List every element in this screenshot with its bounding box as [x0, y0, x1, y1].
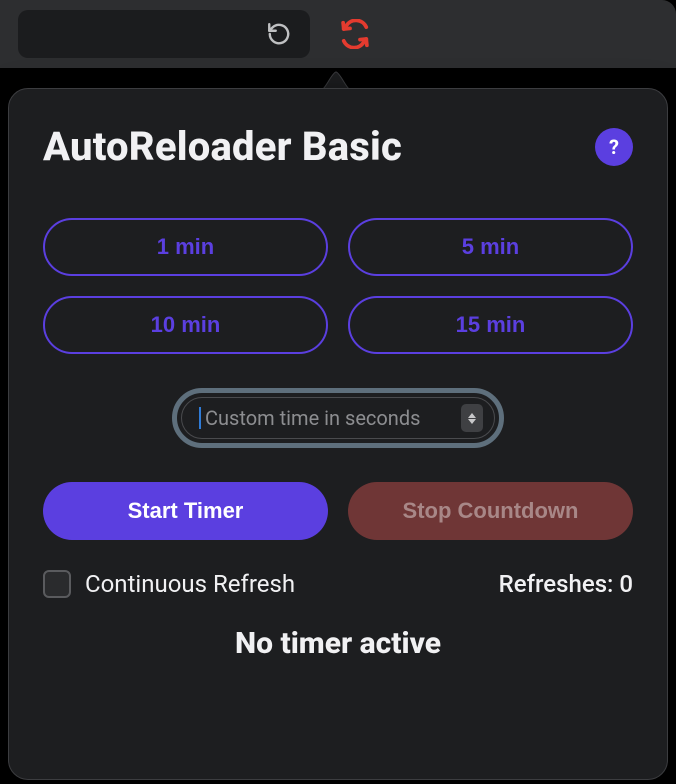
extension-refresh-icon[interactable] — [340, 19, 370, 49]
stop-countdown-button[interactable]: Stop Countdown — [348, 482, 633, 540]
chevron-down-icon — [468, 419, 476, 424]
action-row: Start Timer Stop Countdown — [43, 482, 633, 540]
custom-time-field-wrap — [172, 388, 504, 448]
checkbox-icon — [43, 570, 71, 598]
status-row: Continuous Refresh Refreshes: 0 — [43, 570, 633, 598]
preset-label: 1 min — [157, 234, 214, 260]
button-label: Start Timer — [128, 498, 244, 523]
number-stepper[interactable] — [461, 404, 483, 432]
extension-popup: AutoReloader Basic ? 1 min 5 min 10 min … — [8, 88, 668, 780]
timer-status: No timer active — [43, 626, 633, 661]
preset-1min-button[interactable]: 1 min — [43, 218, 328, 276]
preset-label: 15 min — [456, 312, 526, 338]
continuous-refresh-label: Continuous Refresh — [85, 570, 295, 598]
start-timer-button[interactable]: Start Timer — [43, 482, 328, 540]
text-caret — [199, 407, 201, 429]
preset-10min-button[interactable]: 10 min — [43, 296, 328, 354]
help-icon: ? — [609, 135, 619, 159]
browser-toolbar — [0, 0, 676, 70]
preset-15min-button[interactable]: 15 min — [348, 296, 633, 354]
button-label: Stop Countdown — [403, 498, 579, 523]
popup-header: AutoReloader Basic ? — [43, 123, 633, 170]
custom-time-row — [43, 388, 633, 448]
preset-label: 5 min — [462, 234, 519, 260]
refresh-counter: Refreshes: 0 — [499, 570, 633, 598]
custom-time-input[interactable] — [203, 405, 461, 431]
help-button[interactable]: ? — [595, 128, 633, 166]
chevron-up-icon — [468, 413, 476, 418]
preset-grid: 1 min 5 min 10 min 15 min — [43, 218, 633, 354]
preset-5min-button[interactable]: 5 min — [348, 218, 633, 276]
refresh-label-prefix: Refreshes: — [499, 570, 620, 598]
address-bar-stub — [18, 10, 310, 58]
reload-icon[interactable] — [266, 21, 292, 47]
preset-label: 10 min — [151, 312, 221, 338]
continuous-refresh-toggle[interactable]: Continuous Refresh — [43, 570, 295, 598]
popup-title: AutoReloader Basic — [43, 123, 402, 170]
refresh-count-value: 0 — [619, 570, 633, 598]
